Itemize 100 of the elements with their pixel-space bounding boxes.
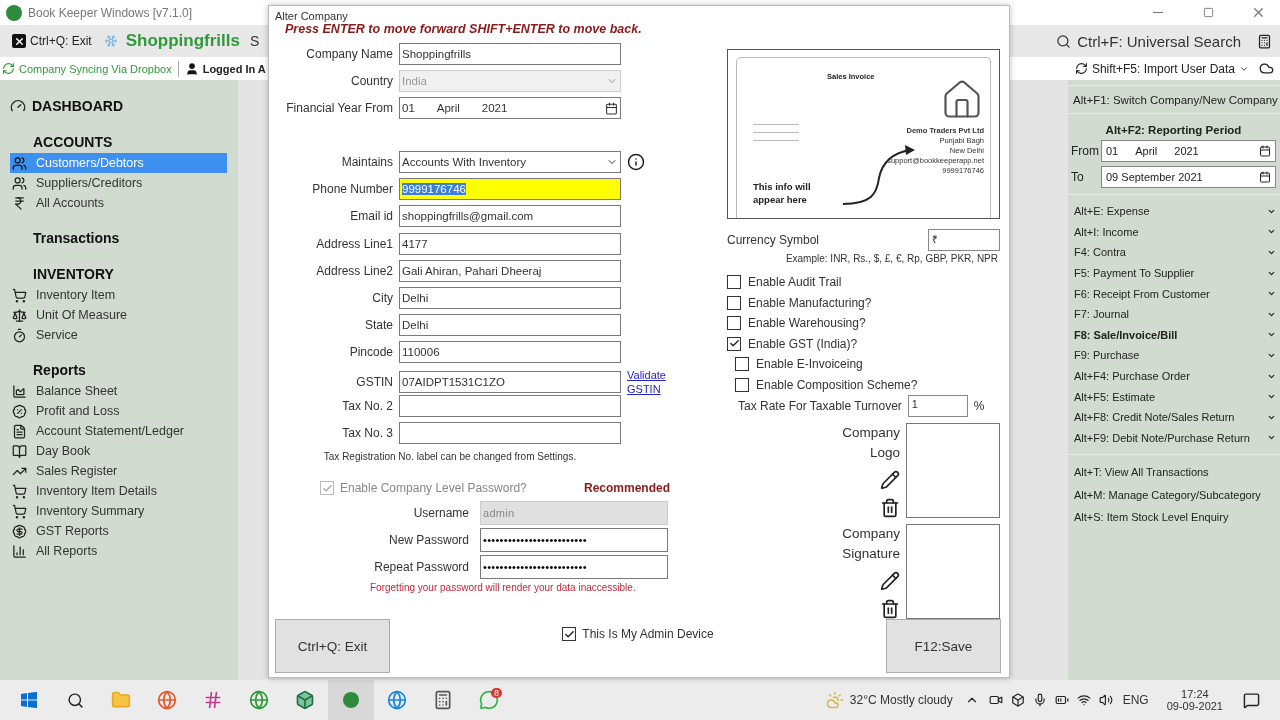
cloud-icon[interactable]: [1259, 61, 1274, 76]
field-label: Company Name: [305, 47, 393, 61]
checkbox[interactable]: [727, 316, 741, 331]
text-field[interactable]: [399, 422, 621, 445]
sidebar-item[interactable]: Inventory Item: [10, 285, 227, 305]
menu-icon: [12, 503, 27, 519]
shortcut-item[interactable]: F6: Receipt From Customer: [1074, 283, 1276, 304]
checkbox[interactable]: [727, 275, 741, 290]
shortcut-item[interactable]: F8: Sale/Invoice/Bill: [1074, 324, 1276, 346]
dashboard-link[interactable]: DASHBOARD: [32, 98, 123, 114]
window-title: Book Keeper Windows [v7.1.0]: [28, 5, 193, 20]
sidebar-item[interactable]: All Accounts: [10, 193, 227, 213]
universal-search-link[interactable]: Ctrl+F: Universal Search: [1056, 32, 1241, 50]
import-data-menu[interactable]: Shift+F5: Import User Data: [1074, 61, 1249, 76]
sidebar-item[interactable]: Balance Sheet: [10, 381, 227, 401]
shortcut-item[interactable]: Alt+M: Manage Category/Subcategory: [1068, 483, 1280, 507]
menu-icon: [12, 483, 27, 499]
exit-link[interactable]: Ctrl+Q: Exit: [12, 34, 92, 48]
menu-icon: [12, 403, 27, 419]
chat-icon: [479, 690, 499, 710]
shortcut-item[interactable]: Alt+F9: Debit Note/Purchase Return: [1074, 427, 1276, 449]
dropdown-field[interactable]: Accounts With Inventory: [399, 151, 621, 174]
edit-icon[interactable]: [880, 571, 900, 591]
taskbar-button[interactable]: [328, 680, 374, 720]
sidebar-item[interactable]: Account Statement/Ledger: [10, 421, 227, 441]
text-field[interactable]: 9999176746: [399, 178, 621, 201]
shortcut-item[interactable]: F4: Contra: [1074, 242, 1276, 263]
sidebar-item[interactable]: GST Reports: [10, 521, 227, 541]
sidebar-item[interactable]: Profit and Loss: [10, 401, 227, 421]
field-label: To: [1071, 170, 1085, 184]
sidebar-item[interactable]: Unit Of Measure: [10, 305, 227, 325]
sidebar-item[interactable]: Day Book: [10, 441, 227, 461]
notifications-icon[interactable]: [1243, 691, 1260, 709]
toolbar-label: S: [249, 33, 260, 49]
checkbox[interactable]: [735, 357, 749, 372]
shortcut-item[interactable]: Alt+I: Income: [1074, 221, 1276, 243]
battery-icon[interactable]: [1054, 693, 1069, 707]
field-label: Financial Year From: [285, 101, 393, 116]
delete-icon[interactable]: [880, 498, 900, 518]
edit-icon[interactable]: [880, 470, 900, 490]
globe-icon: [249, 690, 269, 710]
checkbox[interactable]: [562, 627, 577, 641]
text-field[interactable]: shoppingfrills@gmail.com: [399, 205, 621, 228]
sidebar-item[interactable]: Inventory Summary: [10, 501, 227, 521]
sidebar-item[interactable]: Service: [10, 325, 227, 345]
field-label: Country: [349, 74, 393, 89]
tax-rate-field[interactable]: 1: [907, 395, 968, 417]
sidebar-item[interactable]: Suppliers/Creditors: [10, 173, 227, 193]
checkbox[interactable]: [727, 336, 741, 351]
notification-badge: 8: [491, 688, 502, 698]
user-icon: [184, 61, 199, 76]
volume-icon[interactable]: [1098, 693, 1113, 707]
app-logo-icon: [6, 4, 22, 21]
delete-icon[interactable]: [880, 599, 900, 619]
checkbox[interactable]: [727, 295, 741, 310]
shortcut-item[interactable]: F7: Journal: [1074, 303, 1276, 325]
text-field[interactable]: 07AIDPT1531C1ZO: [399, 371, 621, 394]
shortcut-item[interactable]: Alt+S: Item Stock Level Enquiry: [1068, 506, 1280, 529]
microphone-icon[interactable]: [1032, 693, 1047, 707]
shortcut-item[interactable]: Alt+F5: Estimate: [1074, 386, 1276, 407]
date-field[interactable]: 01 April 2021: [1101, 140, 1276, 162]
camera-icon[interactable]: [988, 693, 1003, 707]
text-field[interactable]: Delhi: [399, 313, 621, 336]
save-button[interactable]: F12:Save: [886, 619, 1001, 673]
calculator-icon[interactable]: [1257, 33, 1272, 49]
exit-button[interactable]: Ctrl+Q: Exit: [275, 619, 390, 673]
checkbox-label: Enable Warehousing?: [748, 316, 866, 331]
switch-company-link[interactable]: Alt+F1: Switch Company/New Company: [1068, 85, 1280, 114]
text-field[interactable]: [399, 395, 621, 418]
currency-field[interactable]: ₹: [928, 229, 1000, 251]
wifi-icon[interactable]: [1076, 693, 1091, 707]
shortcut-item[interactable]: F5: Payment To Supplier: [1074, 262, 1276, 284]
checkbox[interactable]: [735, 377, 749, 392]
validate-link[interactable]: Validate GSTIN: [627, 368, 677, 397]
text-field[interactable]: Shoppingfrills: [399, 43, 621, 65]
sidebar-item[interactable]: Sales Register: [10, 461, 227, 481]
shortcut-item[interactable]: Alt+F8: Credit Note/Sales Return: [1074, 406, 1276, 428]
login-status: Logged In A: [202, 62, 266, 75]
text-field[interactable]: 110006: [399, 340, 621, 363]
text-field[interactable]: 4177: [399, 232, 621, 255]
date-field[interactable]: 01 April 2021: [399, 97, 621, 120]
date-field[interactable]: 09 September 2021: [1101, 166, 1276, 188]
language-indicator[interactable]: ENG: [1122, 693, 1149, 707]
clock[interactable]: 17:24 09-09-2021: [1166, 688, 1223, 712]
sidebar-item[interactable]: Inventory Item Details: [10, 481, 227, 501]
field-label: Tax No. 2: [341, 399, 393, 414]
note-text: Tax Registration No. label can be changed from Settings.: [322, 451, 578, 463]
info-icon[interactable]: [627, 153, 645, 172]
shortcut-item[interactable]: Alt+E: Expense: [1074, 201, 1276, 222]
taskbar-button[interactable]: 8: [466, 680, 512, 720]
app-logo-icon: [343, 692, 359, 708]
shortcut-item[interactable]: Alt+T: View All Transactions: [1068, 461, 1280, 484]
calendar-icon: [1259, 171, 1271, 183]
text-field[interactable]: Delhi: [399, 286, 621, 309]
shortcut-item[interactable]: Alt+F4: Purchase Order: [1074, 365, 1276, 387]
sidebar-item[interactable]: All Reports: [10, 541, 227, 561]
box-icon[interactable]: [1010, 693, 1025, 707]
field-label: New Password: [387, 533, 469, 548]
shortcut-item[interactable]: F9: Purchase: [1074, 345, 1276, 366]
text-field[interactable]: Gali Ahiran, Pahari Dheeraj: [399, 259, 621, 282]
